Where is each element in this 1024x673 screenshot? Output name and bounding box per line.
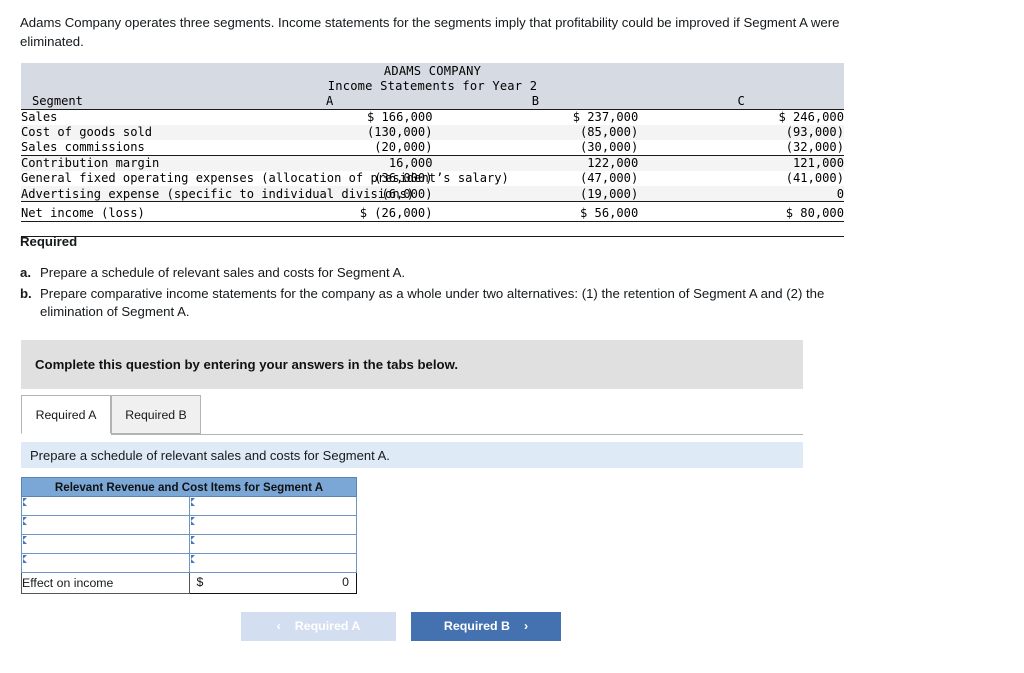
row-value-net-income-b: $ 56,000: [432, 201, 639, 222]
chevron-left-icon: ‹: [276, 619, 281, 633]
table-row: Contribution margin 16,000 122,000 121,0…: [21, 154, 844, 171]
list-item: a. Prepare a schedule of relevant sales …: [20, 264, 886, 283]
row-value-net-income-a: $ (26,000): [226, 201, 433, 222]
answer-input-label-1[interactable]: [21, 496, 190, 516]
row-value-commissions-a: (20,000): [374, 140, 433, 155]
statement-company: ADAMS COMPANY: [21, 63, 844, 79]
answer-input-label-3[interactable]: [21, 534, 190, 554]
chevron-right-icon: ›: [523, 619, 529, 633]
dropdown-marker-icon: [190, 517, 195, 525]
column-header-c: C: [638, 93, 844, 110]
answer-input-label-4[interactable]: [21, 553, 190, 573]
dropdown-marker-icon: [190, 555, 195, 563]
row-value-advertising-c: 0: [638, 186, 844, 202]
table-row: [21, 515, 357, 535]
effect-on-income-label: Effect on income: [21, 572, 190, 594]
row-value-sales-a: $ 166,000: [366, 110, 433, 125]
next-required-b-button[interactable]: Required B ›: [411, 612, 561, 641]
tab-instruction-bar: Prepare a schedule of relevant sales and…: [21, 442, 803, 468]
row-value-cogs-a: (130,000): [226, 124, 433, 140]
table-row-effect-on-income: Effect on income $ 0: [21, 572, 357, 594]
table-row-net-income: Net income (loss) $ (26,000) $ 56,000 $ …: [21, 201, 844, 222]
row-label-advertising: Advertising expense (specific to individ…: [21, 186, 415, 202]
row-value-general-fixed-c: (41,000): [785, 171, 844, 186]
row-label-general-fixed: General fixed operating expenses (alloca…: [21, 171, 509, 186]
column-header-segment: Segment: [21, 93, 227, 110]
table-row: General fixed operating expenses (alloca…: [21, 171, 844, 186]
answer-table-header-row: Relevant Revenue and Cost Items for Segm…: [21, 477, 357, 497]
row-value-commissions-b: (30,000): [580, 140, 639, 155]
list-item-marker: a.: [20, 265, 31, 280]
statement-subtitle: Income Statements for Year 2: [21, 78, 844, 94]
answer-input-value-1[interactable]: [188, 496, 357, 516]
table-row: [21, 553, 357, 573]
row-value-contribution-margin-a: 16,000: [226, 154, 433, 171]
previous-button-label: Required A: [294, 619, 361, 633]
row-label-sales: Sales: [21, 110, 58, 125]
row-value-commissions-c: (32,000): [785, 140, 844, 155]
row-value-cogs-b: (85,000): [432, 124, 639, 140]
currency-symbol: $: [196, 575, 204, 589]
list-item-marker: b.: [20, 285, 32, 301]
row-label-contribution-margin: Contribution margin: [21, 154, 227, 171]
list-item-text: Prepare a schedule of relevant sales and…: [40, 265, 406, 280]
table-row: Sales commissions (20,000) (30,000) (32,…: [21, 140, 844, 155]
table-row: Cost of goods sold (130,000) (85,000) (9…: [21, 124, 844, 140]
row-value-contribution-margin-b: 122,000: [432, 154, 639, 171]
answer-input-value-2[interactable]: [188, 515, 357, 535]
row-value-cogs-c: (93,000): [638, 124, 844, 140]
problem-statement: Adams Company operates three segments. I…: [20, 15, 840, 49]
row-value-net-income-c: $ 80,000: [638, 201, 844, 222]
required-list: a. Prepare a schedule of relevant sales …: [20, 264, 886, 324]
row-value-sales-b: $ 237,000: [572, 110, 639, 125]
row-label-commissions: Sales commissions: [21, 140, 145, 155]
row-label-cogs: Cost of goods sold: [21, 124, 227, 140]
table-row: [21, 534, 357, 554]
dropdown-marker-icon: [190, 498, 195, 506]
answer-input-value-4[interactable]: [188, 553, 357, 573]
answer-input-label-2[interactable]: [21, 515, 190, 535]
column-header-a: A: [226, 93, 433, 110]
question-page: Adams Company operates three segments. I…: [0, 0, 1024, 673]
double-underline: [21, 221, 844, 238]
list-item: b. Prepare comparative income statements…: [20, 285, 886, 322]
row-value-contribution-margin-c: 121,000: [638, 154, 844, 171]
tab-required-a[interactable]: Required A: [21, 395, 111, 434]
table-row: Sales $ 166,000 $ 237,000 $ 246,000: [21, 109, 844, 124]
instruction-banner: Complete this question by entering your …: [21, 340, 803, 389]
statement-column-header-row: Segment A B C: [21, 93, 844, 110]
income-statement-table: ADAMS COMPANY Income Statements for Year…: [21, 63, 844, 238]
statement-subtitle-row: Income Statements for Year 2: [21, 78, 844, 94]
answer-entry-table: Relevant Revenue and Cost Items for Segm…: [21, 477, 357, 594]
dropdown-marker-icon: [23, 555, 27, 563]
statement-company-row: ADAMS COMPANY: [21, 63, 844, 79]
dropdown-marker-icon: [190, 536, 195, 544]
next-button-label: Required B: [443, 619, 510, 633]
answer-table-title: Relevant Revenue and Cost Items for Segm…: [21, 477, 357, 497]
answer-tabs: Required A Required B: [21, 395, 803, 435]
dropdown-marker-icon: [23, 536, 27, 544]
tab-navigation: ‹ Required A Required B ›: [241, 612, 561, 641]
dropdown-marker-icon: [23, 498, 27, 506]
tab-required-b[interactable]: Required B: [111, 395, 201, 434]
effect-on-income-amount: 0: [342, 575, 349, 589]
required-heading: Required: [20, 234, 78, 249]
row-value-sales-c: $ 246,000: [778, 110, 844, 125]
row-value-advertising-b: (19,000): [432, 186, 639, 202]
effect-on-income-value-cell: $ 0: [188, 572, 357, 594]
answer-input-value-3[interactable]: [188, 534, 357, 554]
column-header-b: B: [432, 93, 639, 110]
tab-instruction-text: Prepare a schedule of relevant sales and…: [30, 447, 390, 463]
dropdown-marker-icon: [23, 517, 27, 525]
previous-required-a-button[interactable]: ‹ Required A: [241, 612, 396, 641]
instruction-banner-text: Complete this question by entering your …: [35, 357, 459, 372]
list-item-text: Prepare comparative income statements fo…: [40, 285, 825, 320]
table-row: Advertising expense (specific to individ…: [21, 186, 844, 202]
row-label-net-income: Net income (loss): [21, 201, 227, 222]
table-row: [21, 496, 357, 516]
